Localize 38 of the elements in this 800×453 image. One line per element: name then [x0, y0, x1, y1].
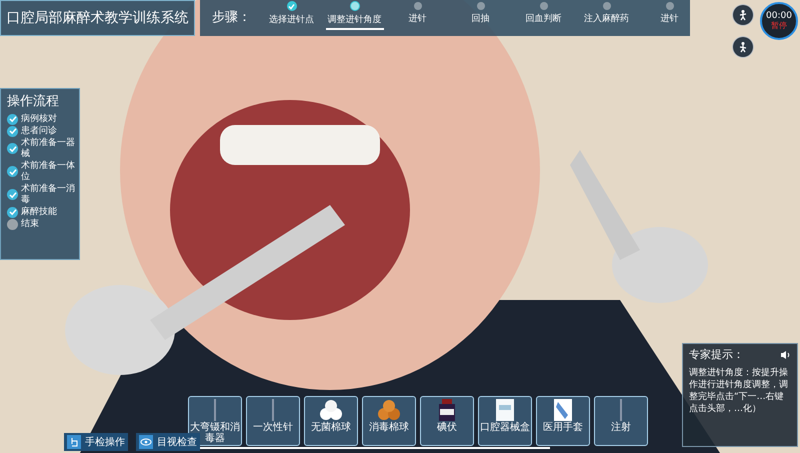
tool-slot[interactable]: 一次性针: [246, 396, 300, 446]
steps-label: 步骤：: [212, 9, 252, 27]
step-tab[interactable]: 调整进针角度: [326, 14, 384, 30]
iodine-cotton-icon: [378, 399, 400, 421]
procedure-step[interactable]: 患者问诊: [21, 126, 79, 136]
app-title: 口腔局部麻醉术教学训练系统: [6, 8, 188, 28]
procedure-step[interactable]: 麻醉技能: [21, 206, 79, 218]
tool-slot[interactable]: 无菌棉球: [304, 396, 358, 446]
procedure-step[interactable]: 病例核对: [21, 114, 79, 124]
bottle-icon: [439, 399, 455, 421]
step-tab[interactable]: 选择进针点: [267, 14, 316, 28]
eye-icon: [139, 435, 153, 449]
tool-slot[interactable]: 医用手套: [536, 396, 590, 446]
step-tab[interactable]: 回抽: [470, 13, 492, 26]
cotton-icon: [320, 399, 342, 421]
timer-time: 00:00: [766, 12, 792, 21]
step-tab[interactable]: 进针: [658, 13, 680, 26]
procedure-step[interactable]: 术前准备一体位: [21, 160, 79, 182]
step-tab[interactable]: 回血判断: [524, 13, 564, 26]
procedure-step[interactable]: 术前准备一消毒: [21, 184, 79, 206]
step-tab[interactable]: 注入麻醉药: [582, 13, 631, 26]
mode-button[interactable]: 手检操作: [64, 433, 128, 451]
tool-slot[interactable]: 口腔器械盒: [478, 396, 532, 446]
mode-button[interactable]: 目视检查: [136, 433, 200, 451]
speaker-icon[interactable]: [780, 350, 791, 360]
glove-icon: [554, 399, 572, 421]
box-icon: [496, 399, 514, 421]
procedure-step[interactable]: 结束: [21, 218, 79, 230]
procedure-title: 操作流程: [6, 93, 60, 111]
timer-action[interactable]: 暂停: [771, 22, 787, 30]
procedure-step[interactable]: 术前准备一器械: [21, 138, 79, 160]
tool-slot[interactable]: 消毒棉球: [362, 396, 416, 446]
expert-tip-title: 专家提示：: [689, 347, 744, 363]
step-tab[interactable]: 进针: [406, 13, 428, 26]
hand-icon: [67, 435, 81, 449]
tool-slot[interactable]: 碘伏: [420, 396, 474, 446]
tool-slot[interactable]: 注射: [594, 396, 648, 446]
expert-tip-text: 调整进针角度：按提升操作进行进针角度调整，调整完毕点击“下一…右键点击头部，…化）: [689, 366, 789, 414]
